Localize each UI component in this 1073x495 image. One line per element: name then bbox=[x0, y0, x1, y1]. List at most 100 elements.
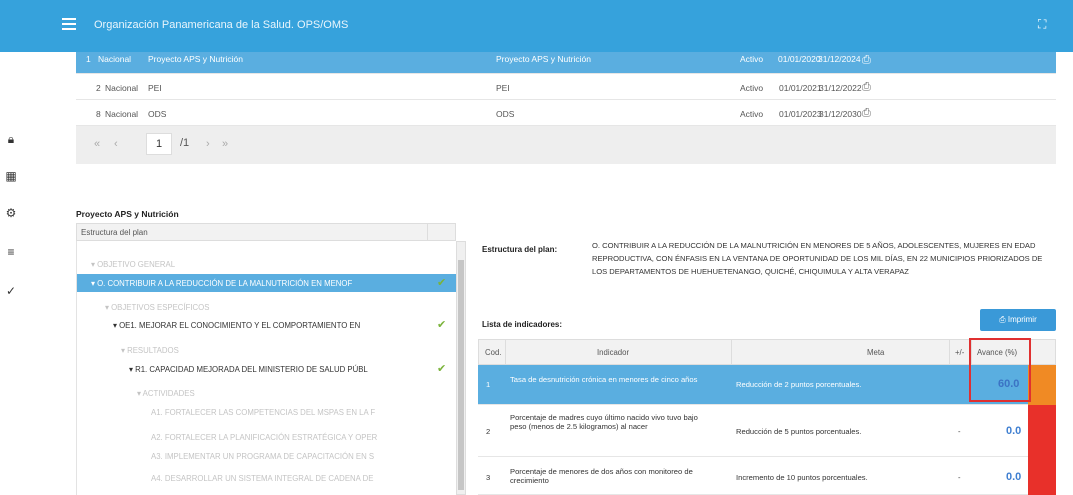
check-icon: ✔ bbox=[437, 319, 447, 331]
print-icon[interactable]: ⎙ bbox=[862, 107, 871, 120]
row-end: 31/12/2022 bbox=[819, 83, 862, 93]
ind-indicador: Tasa de desnutrición crónica en menores … bbox=[510, 375, 698, 384]
tree-header-label: Estructura del plan bbox=[81, 228, 148, 237]
tree-node[interactable]: A1. FORTALECER LAS COMPETENCIAS DEL MSPA… bbox=[77, 403, 449, 421]
lock-icon[interactable]: 🔒︎ bbox=[4, 132, 18, 146]
check-icon[interactable]: ✓ bbox=[4, 284, 18, 298]
ind-meta: Reducción de 2 puntos porcentuales. bbox=[736, 380, 862, 389]
highlight-box bbox=[969, 338, 1031, 402]
estructura-label: Estructura del plan: bbox=[482, 245, 558, 254]
tree-node[interactable]: A4. DESARROLLAR UN SISTEMA INTEGRAL DE C… bbox=[77, 469, 449, 487]
row-plan: PEI bbox=[496, 83, 510, 93]
ind-cod: 1 bbox=[486, 380, 491, 389]
table-row[interactable]: 1 Nacional Proyecto APS y Nutrición Proy… bbox=[76, 52, 1056, 74]
prev-page-button[interactable]: ‹ bbox=[114, 138, 118, 150]
page-input[interactable]: 1 bbox=[146, 133, 172, 155]
tree-header: Estructura del plan bbox=[76, 223, 456, 241]
top-bar: Organización Panamericana de la Salud. O… bbox=[0, 0, 1073, 52]
projects-table: 1 Nacional Proyecto APS y Nutrición Proy… bbox=[76, 52, 1056, 164]
row-level: Nacional bbox=[105, 109, 139, 119]
ind-indicador: Porcentaje de madres cuyo último nacido … bbox=[510, 413, 698, 431]
tree-node-label: A4. DESARROLLAR UN SISTEMA INTEGRAL DE C… bbox=[151, 474, 374, 483]
tree-node[interactable]: ▾ OBJETIVOS ESPECÍFICOS bbox=[77, 298, 449, 316]
status-indicator bbox=[1028, 405, 1056, 457]
print-icon[interactable]: ⎙ bbox=[862, 81, 871, 94]
row-plan: Proyecto APS y Nutrición bbox=[496, 54, 591, 64]
tree-scrollbar[interactable] bbox=[456, 241, 466, 495]
tree-node-label: A2. FORTALECER LA PLANIFICACIÓN ESTRATÉG… bbox=[151, 433, 378, 442]
tree-node[interactable]: ▾ ACTIVIDADES bbox=[77, 384, 449, 402]
tree-node[interactable]: ▾ OBJETIVO GENERAL bbox=[77, 255, 449, 273]
ind-indicador: Porcentaje de menores de dos años con mo… bbox=[510, 467, 693, 485]
row-start: 01/01/2021 bbox=[779, 83, 822, 93]
gear-icon[interactable]: ⚙ bbox=[4, 206, 18, 220]
grid-icon[interactable]: ▦ bbox=[4, 169, 18, 183]
indicators-label: Lista de indicadores: bbox=[482, 320, 563, 329]
tree-node[interactable]: A2. FORTALECER LA PLANIFICACIÓN ESTRATÉG… bbox=[77, 428, 449, 446]
plan-tree: ▾ OBJETIVO GENERAL ▾ O. CONTRIBUIR A LA R… bbox=[76, 241, 456, 495]
ind-avance: 0.0 bbox=[1006, 425, 1022, 437]
table-row[interactable]: 8 Nacional ODS ODS Activo 01/01/2023 31/… bbox=[76, 100, 1056, 126]
ind-cod: 2 bbox=[486, 427, 491, 436]
row-end: 31/12/2030 bbox=[819, 109, 862, 119]
next-page-button[interactable]: › bbox=[206, 138, 210, 150]
row-name: Proyecto APS y Nutrición bbox=[148, 54, 243, 64]
col-cod: Cod. bbox=[485, 348, 502, 357]
tree-node-label: A3. IMPLEMENTAR UN PROGRAMA DE CAPACITAC… bbox=[151, 452, 375, 461]
ind-meta: Incremento de 10 puntos porcentuales. bbox=[736, 473, 868, 482]
ind-avance: 0.0 bbox=[1006, 471, 1022, 483]
tree-node-label: ▾ R1. CAPACIDAD MEJORADA DEL MINISTERIO … bbox=[129, 365, 368, 374]
pagination: « ‹ 1 /1 › » bbox=[76, 126, 1056, 164]
row-level: Nacional bbox=[98, 54, 132, 64]
ind-sign: - bbox=[958, 473, 961, 482]
table-row[interactable]: 3 Porcentaje de menores de dos años con … bbox=[478, 457, 1056, 495]
ind-sign: - bbox=[958, 427, 961, 436]
estructura-text: O. CONTRIBUIR A LA REDUCCIÓN DE LA MALNU… bbox=[592, 241, 1043, 276]
status-indicator bbox=[1028, 457, 1056, 495]
row-status: Activo bbox=[740, 54, 764, 64]
tree-node-label: ▾ OE1. MEJORAR EL CONOCIMIENTO Y EL COMP… bbox=[113, 321, 361, 330]
check-icon: ✔ bbox=[437, 277, 447, 289]
hamburger-menu-icon[interactable] bbox=[62, 18, 76, 30]
first-page-button[interactable]: « bbox=[94, 138, 100, 150]
status-indicator bbox=[1028, 365, 1056, 405]
tree-node-label: ▾ OBJETIVOS ESPECÍFICOS bbox=[105, 303, 210, 312]
tree-node[interactable]: ▾ O. CONTRIBUIR A LA REDUCCIÓN DE LA MAL… bbox=[77, 274, 456, 292]
row-name: ODS bbox=[148, 109, 167, 119]
col-meta: Meta bbox=[867, 348, 885, 357]
tree-node[interactable]: A3. IMPLEMENTAR UN PROGRAMA DE CAPACITAC… bbox=[77, 447, 449, 465]
app-title: Organización Panamericana de la Salud. O… bbox=[94, 19, 349, 31]
page-total: /1 bbox=[180, 137, 190, 149]
tree-node-label: ▾ OBJETIVO GENERAL bbox=[91, 260, 176, 269]
row-start: 01/01/2020 bbox=[778, 54, 821, 64]
col-indicador: Indicador bbox=[597, 348, 630, 357]
print-icon[interactable]: ⎙ bbox=[862, 54, 871, 67]
tree-node-label: ▾ RESULTADOS bbox=[121, 346, 179, 355]
row-status: Activo bbox=[740, 109, 764, 119]
tree-node[interactable]: ▾ R1. CAPACIDAD MEJORADA DEL MINISTERIO … bbox=[77, 360, 449, 378]
row-num: 2 bbox=[96, 83, 101, 93]
project-title: Proyecto APS y Nutrición bbox=[76, 209, 179, 219]
tree-structure-icon[interactable]: ≡ bbox=[4, 245, 18, 259]
ind-cod: 3 bbox=[486, 473, 491, 482]
table-row[interactable]: 2 Nacional PEI PEI Activo 01/01/2021 31/… bbox=[76, 74, 1056, 100]
row-num: 8 bbox=[96, 109, 101, 119]
ind-meta: Reducción de 5 puntos porcentuales. bbox=[736, 427, 862, 436]
check-icon: ✔ bbox=[437, 363, 447, 375]
row-name: PEI bbox=[148, 83, 162, 93]
row-status: Activo bbox=[740, 83, 764, 93]
tree-node[interactable]: ▾ OE1. MEJORAR EL CONOCIMIENTO Y EL COMP… bbox=[77, 316, 449, 334]
row-end: 31/12/2024 bbox=[818, 54, 861, 64]
tree-node-label: ▾ ACTIVIDADES bbox=[137, 389, 195, 398]
fullscreen-icon[interactable]: ⛶ bbox=[1038, 17, 1052, 31]
col-sign: +/- bbox=[955, 348, 965, 357]
row-num: 1 bbox=[86, 54, 91, 64]
print-button[interactable]: ⎙ Imprimir bbox=[980, 309, 1056, 331]
table-row[interactable]: 2 Porcentaje de madres cuyo último nacid… bbox=[478, 405, 1056, 457]
scroll-thumb[interactable] bbox=[458, 260, 464, 490]
tree-node-label: ▾ O. CONTRIBUIR A LA REDUCCIÓN DE LA MAL… bbox=[91, 279, 353, 288]
tree-node-label: A1. FORTALECER LAS COMPETENCIAS DEL MSPA… bbox=[151, 408, 376, 417]
last-page-button[interactable]: » bbox=[222, 138, 228, 150]
row-level: Nacional bbox=[105, 83, 139, 93]
tree-node[interactable]: ▾ RESULTADOS bbox=[77, 341, 449, 359]
